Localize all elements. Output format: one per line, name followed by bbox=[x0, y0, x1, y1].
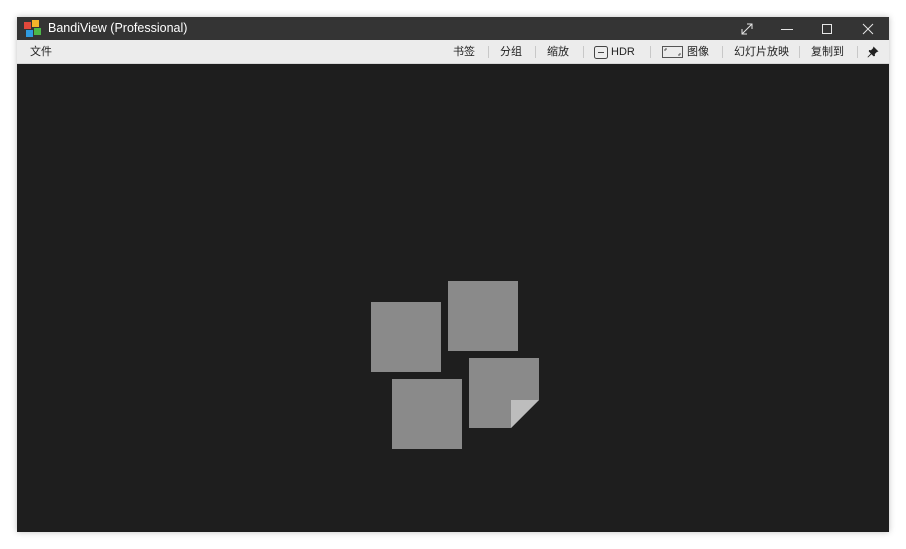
pin-icon bbox=[867, 46, 879, 58]
menu-file[interactable]: 文件 bbox=[30, 40, 52, 64]
image-viewer-area[interactable] bbox=[17, 64, 889, 532]
close-icon bbox=[862, 23, 874, 34]
maximize-icon bbox=[822, 23, 832, 34]
image-frame-icon bbox=[662, 46, 683, 58]
toolbar-separator bbox=[583, 46, 584, 58]
toolbar-slideshow[interactable]: 幻灯片放映 bbox=[734, 40, 789, 64]
hdr-toggle-icon bbox=[594, 45, 608, 59]
maximize-button[interactable] bbox=[810, 17, 844, 40]
minimize-button[interactable] bbox=[770, 17, 804, 40]
toolbar-separator bbox=[857, 46, 858, 58]
toolbar-group[interactable]: 分组 bbox=[500, 40, 522, 64]
minimize-icon bbox=[781, 28, 793, 30]
expand-arrows-icon bbox=[741, 23, 753, 34]
title-bar[interactable]: BandiView (Professional) bbox=[17, 17, 889, 40]
menu-bar: 文件 书签 分组 缩放 HDR 图像 幻灯片放映 复制到 bbox=[17, 40, 889, 64]
toolbar-separator bbox=[488, 46, 489, 58]
toolbar-zoom[interactable]: 缩放 bbox=[547, 40, 569, 64]
toolbar-hdr[interactable]: HDR bbox=[594, 40, 635, 64]
app-window: BandiView (Professional) 文件 书签 分组 缩放 HDR… bbox=[17, 17, 889, 532]
pin-button[interactable] bbox=[867, 40, 879, 64]
toolbar-separator bbox=[535, 46, 536, 58]
bandiview-logo-icon bbox=[24, 20, 41, 37]
window-title: BandiView (Professional) bbox=[48, 21, 188, 35]
toolbar-separator bbox=[722, 46, 723, 58]
hdr-label: HDR bbox=[611, 46, 635, 58]
toolbar-image[interactable]: 图像 bbox=[662, 40, 709, 64]
toolbar-separator bbox=[650, 46, 651, 58]
close-button[interactable] bbox=[851, 17, 885, 40]
empty-gallery-icon bbox=[371, 281, 539, 449]
fullscreen-button[interactable] bbox=[730, 17, 764, 40]
toolbar-copy-to[interactable]: 复制到 bbox=[811, 40, 844, 64]
image-label: 图像 bbox=[687, 46, 709, 58]
toolbar-bookmark[interactable]: 书签 bbox=[453, 40, 475, 64]
toolbar-separator bbox=[799, 46, 800, 58]
